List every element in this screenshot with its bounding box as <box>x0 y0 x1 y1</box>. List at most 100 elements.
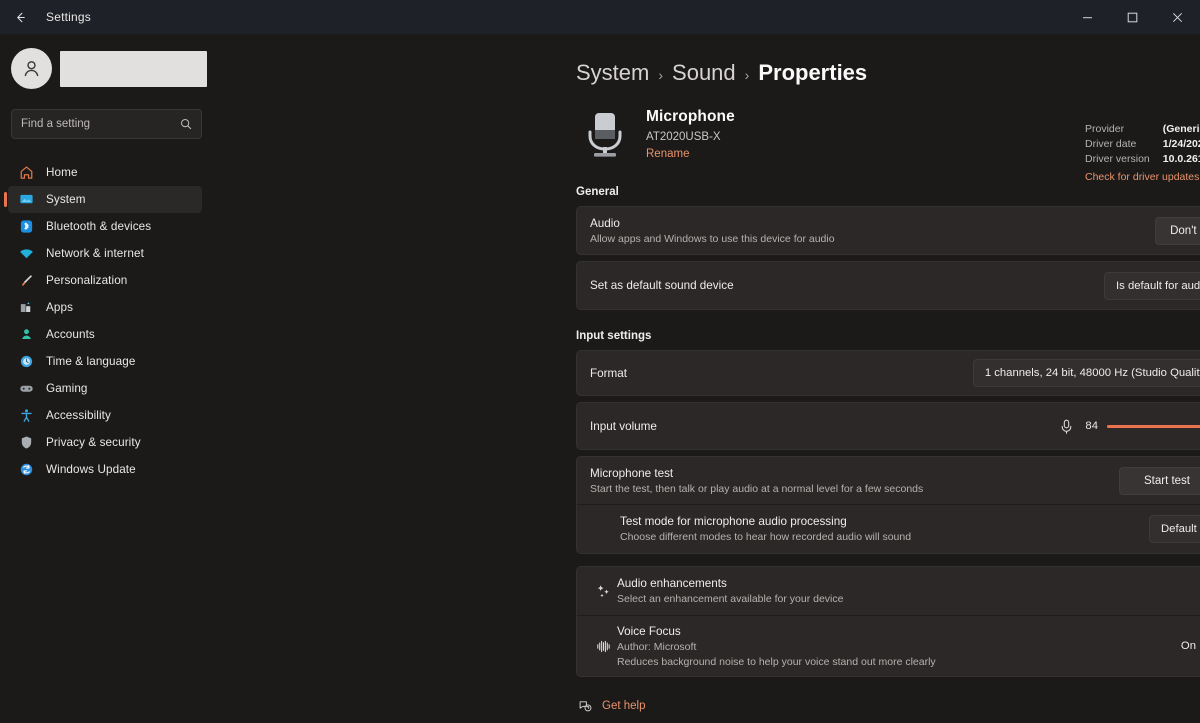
minimize-button[interactable] <box>1065 0 1110 34</box>
device-meta: Microphone AT2020USB-X Rename <box>646 104 735 166</box>
search-input[interactable]: Find a setting <box>11 109 202 139</box>
default-device-title: Set as default sound device <box>590 279 734 292</box>
audio-card: Audio Allow apps and Windows to use this… <box>576 206 1200 255</box>
clock-icon <box>18 353 35 370</box>
sidebar-item-time-language[interactable]: Time & language <box>8 348 202 375</box>
account-name-redacted <box>60 50 207 87</box>
general-heading: General <box>576 186 619 198</box>
close-icon <box>1172 12 1183 22</box>
sidebar-item-apps[interactable]: Apps <box>8 294 202 321</box>
back-button[interactable] <box>0 0 40 34</box>
breadcrumb-separator: › <box>658 67 664 83</box>
breadcrumb-separator: › <box>744 67 750 83</box>
sparkle-icon <box>589 583 617 600</box>
sidebar-item-label: Accessibility <box>46 409 111 422</box>
sections: General Audio Allow apps and Windows to … <box>213 186 1200 677</box>
format-value: 1 channels, 24 bit, 48000 Hz (Studio Qua… <box>984 367 1200 379</box>
sidebar-item-privacy-security[interactable]: Privacy & security <box>8 429 202 456</box>
voice-focus-row: Voice Focus Author: Microsoft Reduces ba… <box>577 616 1200 676</box>
accounts-icon <box>18 326 35 343</box>
title-bar: Settings <box>0 0 1200 34</box>
sidebar-item-network-internet[interactable]: Network & internet <box>8 240 202 267</box>
breadcrumb-system[interactable]: System <box>576 60 649 86</box>
audio-enhancements-text: Audio enhancements Select an enhancement… <box>617 577 1200 605</box>
system-icon <box>18 191 35 208</box>
accessibility-icon <box>18 407 35 424</box>
microphone-small-icon <box>1060 419 1073 434</box>
breadcrumb-sound[interactable]: Sound <box>672 60 736 86</box>
maximize-button[interactable] <box>1110 0 1155 34</box>
input-volume-value: 84 <box>1085 420 1098 432</box>
voice-wave-icon <box>589 638 617 655</box>
footer-link-label: Get help <box>602 700 646 712</box>
microphone-test-title: Microphone test <box>590 466 674 480</box>
test-mode-dropdown[interactable]: Default <box>1149 515 1200 543</box>
breadcrumb: System › Sound › Properties <box>213 34 1200 86</box>
sidebar-item-accessibility[interactable]: Accessibility <box>8 402 202 429</box>
format-title: Format <box>590 366 628 380</box>
sidebar-item-accounts[interactable]: Accounts <box>8 321 202 348</box>
audio-text: Audio Allow apps and Windows to use this… <box>590 217 1155 245</box>
dont-allow-button[interactable]: Don't allow <box>1155 216 1200 245</box>
close-button[interactable] <box>1155 0 1200 34</box>
voice-focus-title: Voice Focus <box>617 624 681 638</box>
sidebar-item-windows-update[interactable]: Windows Update <box>8 456 202 483</box>
input-settings-heading: Input settings <box>576 330 652 342</box>
input-volume-control: 84 <box>1060 417 1200 435</box>
device-header: Microphone AT2020USB-X Rename <box>213 86 1200 166</box>
sidebar-item-label: Windows Update <box>46 463 136 476</box>
microphone-test-description: Start the test, then talk or play audio … <box>590 482 924 495</box>
format-text: Format <box>590 367 973 380</box>
input-volume-slider[interactable] <box>1107 417 1200 435</box>
driver-version-row: Driver version 10.0.26100.3037 <box>1085 152 1200 167</box>
audio-enhancements-row: Audio enhancements Select an enhancement… <box>577 567 1200 615</box>
sidebar: Find a setting Home System Bluetooth & d… <box>0 34 213 723</box>
rename-link[interactable]: Rename <box>646 148 735 160</box>
sidebar-item-home[interactable]: Home <box>8 159 202 186</box>
default-device-row: Set as default sound device Is default f… <box>577 262 1200 309</box>
gamepad-icon <box>18 380 35 397</box>
sidebar-item-personalization[interactable]: Personalization <box>8 267 202 294</box>
default-device-dropdown[interactable]: Is default for audio <box>1104 271 1200 300</box>
page-title: Properties <box>758 60 868 85</box>
format-dropdown[interactable]: 1 channels, 24 bit, 48000 Hz (Studio Qua… <box>972 359 1200 387</box>
sidebar-item-bluetooth-devices[interactable]: Bluetooth & devices <box>8 213 202 240</box>
microphone-test-card: Microphone test Start the test, then tal… <box>576 456 1200 554</box>
search-placeholder: Find a setting <box>21 118 91 130</box>
apps-icon <box>18 299 35 316</box>
voice-focus-state-label: On <box>1180 640 1196 652</box>
search-icon <box>180 118 192 130</box>
input-volume-text: Input volume <box>590 420 1060 433</box>
shield-icon <box>18 434 35 451</box>
check-driver-updates-link[interactable]: Check for driver updates <box>1085 170 1200 185</box>
test-mode-description: Choose different modes to hear how recor… <box>620 531 912 543</box>
get-help-link[interactable]: Get help <box>576 699 1200 713</box>
brush-icon <box>18 272 35 289</box>
driver-date-label: Driver date <box>1085 138 1137 150</box>
microphone-test-row: Microphone test Start the test, then tal… <box>577 457 1200 504</box>
driver-provider-value: (Generic USB Audio) <box>1162 123 1200 135</box>
default-device-card: Set as default sound device Is default f… <box>576 261 1200 310</box>
sidebar-nav: Home System Bluetooth & devices Network … <box>0 159 213 483</box>
sidebar-item-label: Apps <box>46 301 74 314</box>
start-test-button[interactable]: Start test <box>1119 466 1200 495</box>
home-icon <box>18 164 35 181</box>
test-mode-row: Test mode for microphone audio processin… <box>577 505 1200 553</box>
account-block[interactable] <box>0 34 213 89</box>
test-mode-title: Test mode for microphone audio processin… <box>620 515 847 528</box>
sidebar-item-label: Home <box>46 166 78 179</box>
sidebar-item-label: System <box>46 193 86 206</box>
test-mode-value: Default <box>1161 523 1197 535</box>
window-body: Find a setting Home System Bluetooth & d… <box>0 34 1200 723</box>
audio-enhancements-title: Audio enhancements <box>617 577 727 590</box>
input-volume-card: Input volume 84 <box>576 402 1200 450</box>
input-volume-title: Input volume <box>590 419 657 433</box>
sidebar-item-system[interactable]: System <box>4 186 202 213</box>
device-name: Microphone <box>646 108 735 125</box>
voice-focus-toggle-group: On <box>1181 637 1200 656</box>
sidebar-item-label: Accounts <box>46 328 95 341</box>
driver-version-value: 10.0.26100.3037 <box>1162 153 1200 165</box>
audio-title: Audio <box>590 216 620 230</box>
sidebar-item-gaming[interactable]: Gaming <box>8 375 202 402</box>
sidebar-item-label: Network & internet <box>46 247 144 260</box>
